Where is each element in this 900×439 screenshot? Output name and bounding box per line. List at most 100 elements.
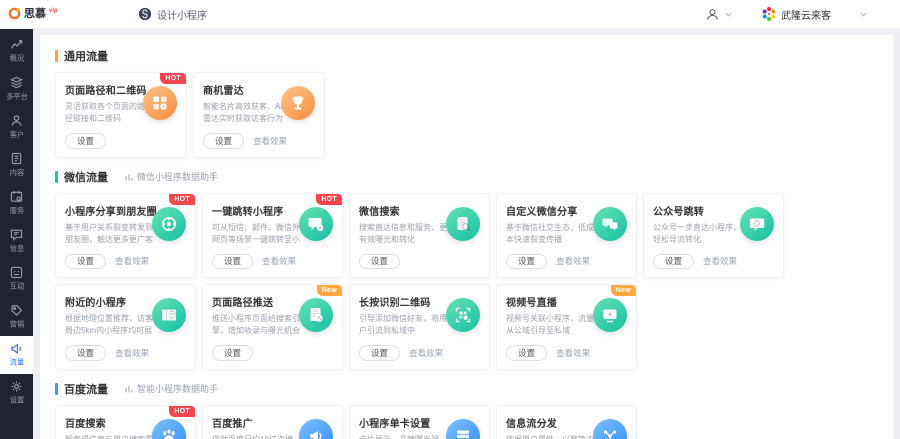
setup-button[interactable]: 设置 xyxy=(506,345,547,361)
new-badge: New xyxy=(611,285,636,296)
sidebar-item-platforms[interactable]: 多平台 xyxy=(0,70,33,108)
video-live-icon xyxy=(593,298,627,332)
view-effect-link[interactable]: 查看效果 xyxy=(703,255,737,267)
setup-button[interactable]: 设置 xyxy=(212,254,253,270)
mini-program-icon xyxy=(138,7,152,21)
trend-chart-icon xyxy=(10,38,23,51)
nav-title: 设计小程序 xyxy=(157,7,207,22)
card-grid: HOT小程序分享到朋友圈基于用户关系裂变转发到朋友圈，触达更多更广客户设置查看效… xyxy=(55,193,878,370)
sidebar-item-label: 多平台 xyxy=(6,92,28,102)
data-helper-link[interactable]: 微信小程序数据助手 xyxy=(124,170,218,183)
chevron-down-icon xyxy=(859,10,868,19)
layers-icon xyxy=(10,76,23,89)
main-area: 通用流量HOT页面路径和二维码灵活获取各个页面的路径链接和二维码设置商机雷达智能… xyxy=(33,28,900,439)
card-description: 服务或信息与用户搜索需求精准匹配，深度转化用户 xyxy=(65,434,153,439)
section-header: 通用流量 xyxy=(55,48,878,64)
card-actions: 设置查看效果 xyxy=(212,254,333,270)
view-effect-link[interactable]: 查看效果 xyxy=(556,347,590,359)
card-description: 卡片展示，品牌曝光强劲，服务交互便捷，一触即达 xyxy=(359,434,447,439)
map-location-icon xyxy=(152,298,186,332)
brand-flower-icon xyxy=(761,6,777,22)
section-title: 微信流量 xyxy=(64,169,108,185)
section-wechat: 微信流量 微信小程序数据助手 HOT小程序分享到朋友圈基于用户关系裂变转发到朋友圈，… xyxy=(55,169,878,370)
sidebar-item-services[interactable]: 服务 xyxy=(0,184,33,222)
document-icon xyxy=(10,152,23,165)
moments-share-icon xyxy=(152,207,186,241)
data-helper-link[interactable]: 智能小程序数据助手 xyxy=(124,382,218,395)
view-effect-link[interactable]: 查看效果 xyxy=(556,255,590,267)
message-icon xyxy=(10,228,23,241)
sidebar-item-customers[interactable]: 客户 xyxy=(0,108,33,146)
card-description: 视频号关联小程序，流量从公域引导至私域 xyxy=(506,313,594,337)
sidebar-item-label: 信息 xyxy=(9,244,23,254)
bar-chart-icon xyxy=(124,384,134,394)
sidebar-item-interaction[interactable]: 互动 xyxy=(0,260,33,298)
app-logo[interactable]: 思慕 vip xyxy=(0,7,104,21)
feature-card: HOT一键跳转小程序可从短信、邮件、微信外网页等场景一键跳转至小程序设置查看效果 xyxy=(202,193,343,279)
customer-icon xyxy=(10,114,23,127)
setup-button[interactable]: 设置 xyxy=(359,345,400,361)
trophy-radar-icon xyxy=(281,86,315,120)
account-menu[interactable] xyxy=(705,7,733,22)
card-description: 智能名片高效获客，AI雷达实时获取访客行为轨迹 xyxy=(203,101,285,125)
hot-badge: HOT xyxy=(316,194,342,205)
setup-button[interactable]: 设置 xyxy=(65,133,106,149)
data-helper-label: 微信小程序数据助手 xyxy=(137,170,218,183)
card-actions: 设置查看效果 xyxy=(506,254,627,270)
sidebar-item-content[interactable]: 内容 xyxy=(0,146,33,184)
view-effect-link[interactable]: 查看效果 xyxy=(115,347,149,359)
workspace-switcher[interactable]: 武隆云来客 xyxy=(761,6,868,22)
setup-button[interactable]: 设置 xyxy=(65,254,106,270)
section-baidu: 百度流量智能小程序数据助手HOT百度搜索服务或信息与用户搜索需求精准匹配，深度转… xyxy=(55,381,878,439)
sidebar-item-settings[interactable]: 设置 xyxy=(0,374,33,412)
sidebar-item-label: 互动 xyxy=(9,282,23,292)
sidebar-item-traffic[interactable]: 流量 xyxy=(0,336,33,374)
logo-icon xyxy=(8,7,21,20)
official-account-icon xyxy=(740,207,774,241)
feature-card: 小程序单卡设置卡片展示，品牌曝光强劲，服务交互便捷，一触即达设置查看效果 xyxy=(349,405,490,439)
section-accent-bar xyxy=(55,50,58,62)
feature-card: 百度推广借助百度日均10亿次搜索请求快速曝光和获客设置 xyxy=(202,405,343,439)
section-accent-bar xyxy=(55,171,58,183)
setup-button[interactable]: 设置 xyxy=(212,345,253,361)
feature-card: HOT百度搜索服务或信息与用户搜索需求精准匹配，深度转化用户设置查看效果 xyxy=(55,405,196,439)
card-actions: 设置 xyxy=(212,345,333,361)
setup-button[interactable]: 设置 xyxy=(506,254,547,270)
setup-button[interactable]: 设置 xyxy=(65,345,106,361)
sidebar-item-marketing[interactable]: 营销 xyxy=(0,298,33,336)
sidebar-item-label: 内容 xyxy=(9,168,23,178)
setup-button[interactable]: 设置 xyxy=(653,254,694,270)
feature-card: New视频号直播视频号关联小程序，流量从公域引导至私域设置查看效果 xyxy=(496,284,637,370)
megaphone-icon xyxy=(10,342,23,355)
tag-icon xyxy=(10,304,23,317)
card-description: 可从短信、邮件、微信外网页等场景一键跳转至小程序 xyxy=(212,222,300,246)
logo-vip-tag: vip xyxy=(49,7,58,15)
setup-button[interactable]: 设置 xyxy=(359,254,400,270)
card-actions: 设置 xyxy=(65,133,177,149)
hot-badge: HOT xyxy=(169,194,195,205)
header-right: 武隆云来客 xyxy=(705,6,900,22)
view-effect-link[interactable]: 查看效果 xyxy=(262,255,296,267)
view-effect-link[interactable]: 查看效果 xyxy=(115,255,149,267)
setup-button[interactable]: 设置 xyxy=(203,133,244,149)
nav-design-miniprogram[interactable]: 设计小程序 xyxy=(138,7,207,22)
data-helper-label: 智能小程序数据助手 xyxy=(137,382,218,395)
card-description: 公众号一步直达小程序，轻松导流转化 xyxy=(653,222,741,246)
view-effect-link[interactable]: 查看效果 xyxy=(409,347,443,359)
sidebar: 概况多平台客户内容服务信息互动营销流量设置 xyxy=(0,28,33,439)
chevron-down-icon xyxy=(724,10,733,19)
card-actions: 设置查看效果 xyxy=(653,254,774,270)
feature-card: HOT小程序分享到朋友圈基于用户关系裂变转发到朋友圈，触达更多更广客户设置查看效… xyxy=(55,193,196,279)
sidebar-item-overview[interactable]: 概况 xyxy=(0,32,33,70)
feature-card: 附近的小程序根据地理位置推荐，访客周边5km内小程序均可展示设置查看效果 xyxy=(55,284,196,370)
feature-card: HOT页面路径和二维码灵活获取各个页面的路径链接和二维码设置 xyxy=(55,72,187,158)
bar-chart-icon xyxy=(124,172,134,182)
new-badge: New xyxy=(317,285,342,296)
view-effect-link[interactable]: 查看效果 xyxy=(253,135,287,147)
doc-search-icon xyxy=(446,207,480,241)
section-header: 微信流量 微信小程序数据助手 xyxy=(55,169,878,185)
section-general: 通用流量HOT页面路径和二维码灵活获取各个页面的路径链接和二维码设置商机雷达智能… xyxy=(55,48,878,158)
sidebar-item-label: 客户 xyxy=(9,130,23,140)
sidebar-item-messages[interactable]: 信息 xyxy=(0,222,33,260)
content-panel: 通用流量HOT页面路径和二维码灵活获取各个页面的路径链接和二维码设置商机雷达智能… xyxy=(40,35,893,439)
